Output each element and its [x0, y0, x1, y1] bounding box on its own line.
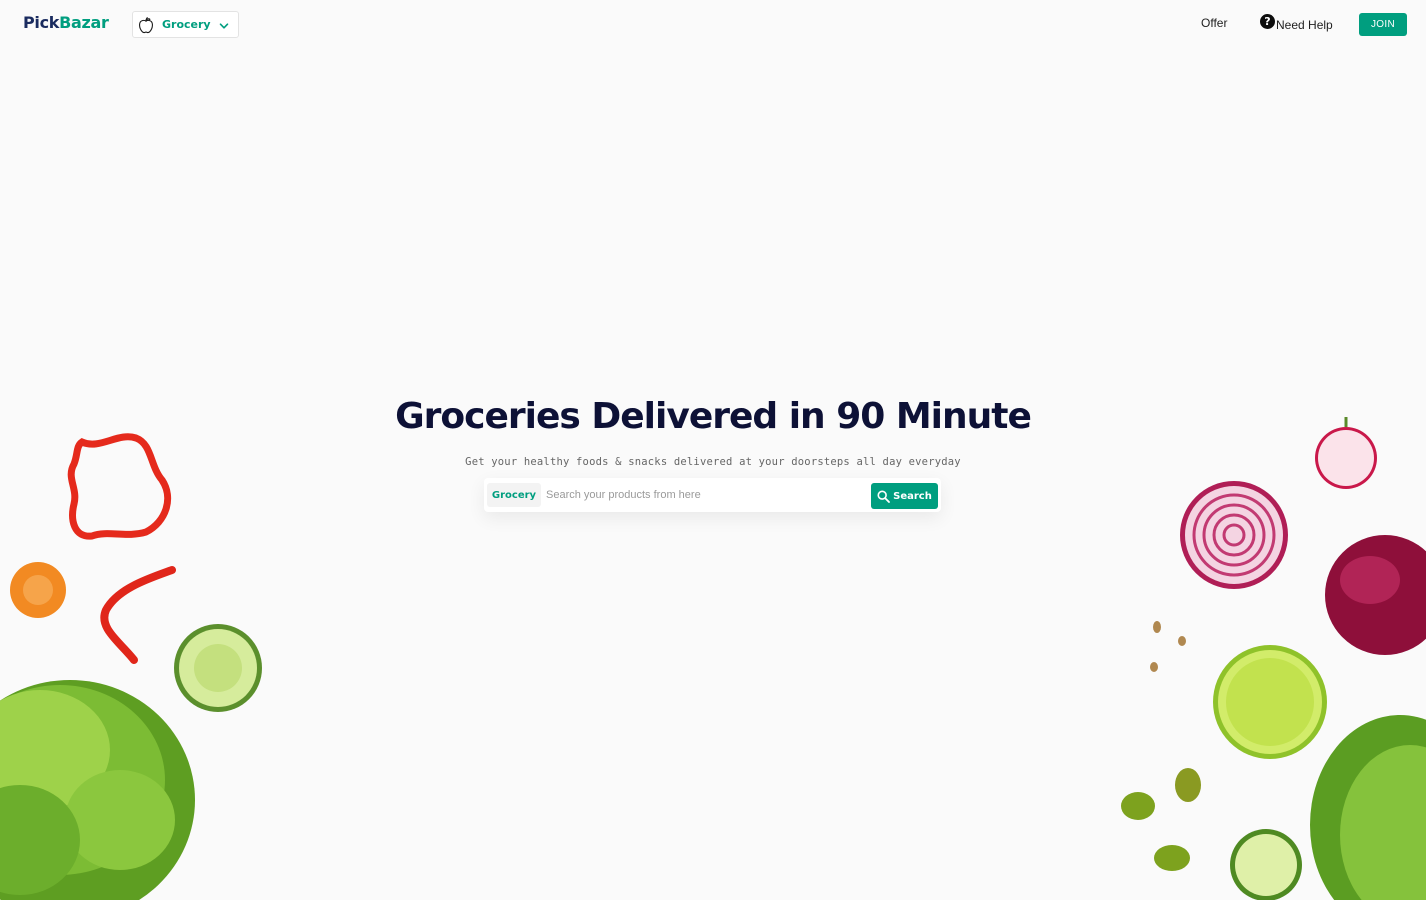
nav-link-need-help[interactable]: ? Need Help	[1260, 14, 1333, 32]
onion-slice-icon	[1180, 481, 1288, 589]
need-help-label: Need Help	[1276, 18, 1333, 32]
shop-type-dropdown[interactable]: Grocery	[132, 11, 239, 38]
logo-text-bazar: Bazar	[59, 13, 109, 32]
join-button[interactable]: JOIN	[1359, 13, 1407, 36]
page: PickBazar Grocery Offer ? Need Help JOIN…	[0, 0, 1426, 900]
seed-icon	[1153, 621, 1161, 633]
top-navbar: PickBazar Grocery Offer ? Need Help JOIN	[0, 0, 1426, 48]
shop-type-label: Grocery	[162, 18, 211, 31]
radish-slice-icon	[1315, 417, 1377, 489]
red-pepper-strip-icon	[100, 566, 176, 664]
search-button-label: Search	[893, 490, 932, 502]
search-button[interactable]: Search	[871, 483, 938, 509]
logo-text-pick: Pick	[23, 13, 60, 32]
nav-link-offer[interactable]: Offer	[1201, 16, 1227, 30]
lettuce-icon	[0, 680, 195, 900]
red-pepper-ring-icon	[67, 433, 172, 540]
logo[interactable]: PickBazar	[23, 13, 109, 32]
apple-icon	[138, 16, 154, 34]
search-type-tag[interactable]: Grocery	[487, 483, 541, 507]
cabbage-leaf-icon	[1310, 715, 1426, 900]
search-input[interactable]	[546, 483, 866, 507]
right-vegetables-image	[1121, 417, 1426, 900]
left-vegetables-image	[0, 433, 262, 900]
question-circle-icon: ?	[1260, 14, 1275, 29]
search-icon	[877, 489, 891, 503]
chevron-down-icon	[218, 19, 230, 31]
lime-slice-icon	[1213, 645, 1327, 759]
search-bar: Grocery Search	[484, 478, 941, 512]
olive-icon	[1175, 768, 1201, 802]
